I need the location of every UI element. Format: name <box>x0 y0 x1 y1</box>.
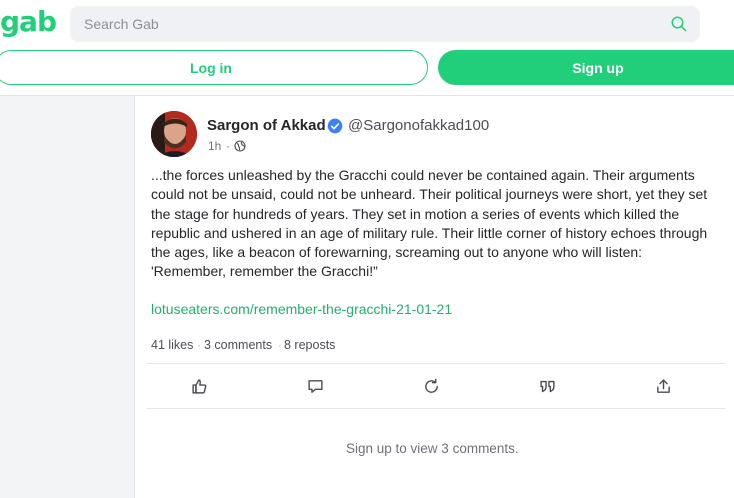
search-icon[interactable] <box>670 15 688 33</box>
post-link[interactable]: lotuseaters.com/remember-the-gracchi-21-… <box>151 301 452 317</box>
signup-to-view-comments[interactable]: Sign up to view 3 comments. <box>346 441 519 456</box>
share-icon <box>656 378 670 393</box>
comments-count[interactable]: 3 comments <box>204 338 272 352</box>
author-handle[interactable]: @Sargonofakkad100 <box>348 117 489 134</box>
page: gab Log in Sign up Sargon of Akkad @Sarg… <box>0 0 734 498</box>
quote-button[interactable] <box>537 376 557 396</box>
quote-icon <box>539 380 555 392</box>
left-sidebar <box>0 96 135 498</box>
like-button[interactable] <box>189 376 209 396</box>
stats-separator: · <box>197 338 201 352</box>
actions-divider <box>146 408 726 409</box>
verified-badge-icon <box>327 118 343 134</box>
reposts-count[interactable]: 8 reposts <box>284 338 335 352</box>
gab-logo[interactable]: gab <box>0 2 57 42</box>
stats-separator: · <box>278 338 282 352</box>
repost-icon <box>424 378 438 393</box>
signup-button[interactable]: Sign up <box>438 50 734 85</box>
likes-count[interactable]: 41 likes <box>151 338 193 352</box>
search-bar[interactable] <box>70 6 700 42</box>
repost-button[interactable] <box>421 376 441 396</box>
timestamp-separator: · <box>226 139 230 153</box>
like-icon <box>191 378 206 394</box>
search-input[interactable] <box>84 6 644 42</box>
login-button[interactable]: Log in <box>0 50 428 85</box>
author-name[interactable]: Sargon of Akkad <box>207 117 326 134</box>
post-body: ...the forces unleashed by the Gracchi c… <box>151 167 708 280</box>
comment-button[interactable] <box>305 376 325 396</box>
comment-icon <box>307 379 323 393</box>
share-button[interactable] <box>653 376 673 396</box>
post-timestamp[interactable]: 1h <box>208 139 221 153</box>
globe-icon <box>234 140 246 152</box>
actions-divider <box>146 363 726 364</box>
avatar[interactable] <box>151 111 197 157</box>
